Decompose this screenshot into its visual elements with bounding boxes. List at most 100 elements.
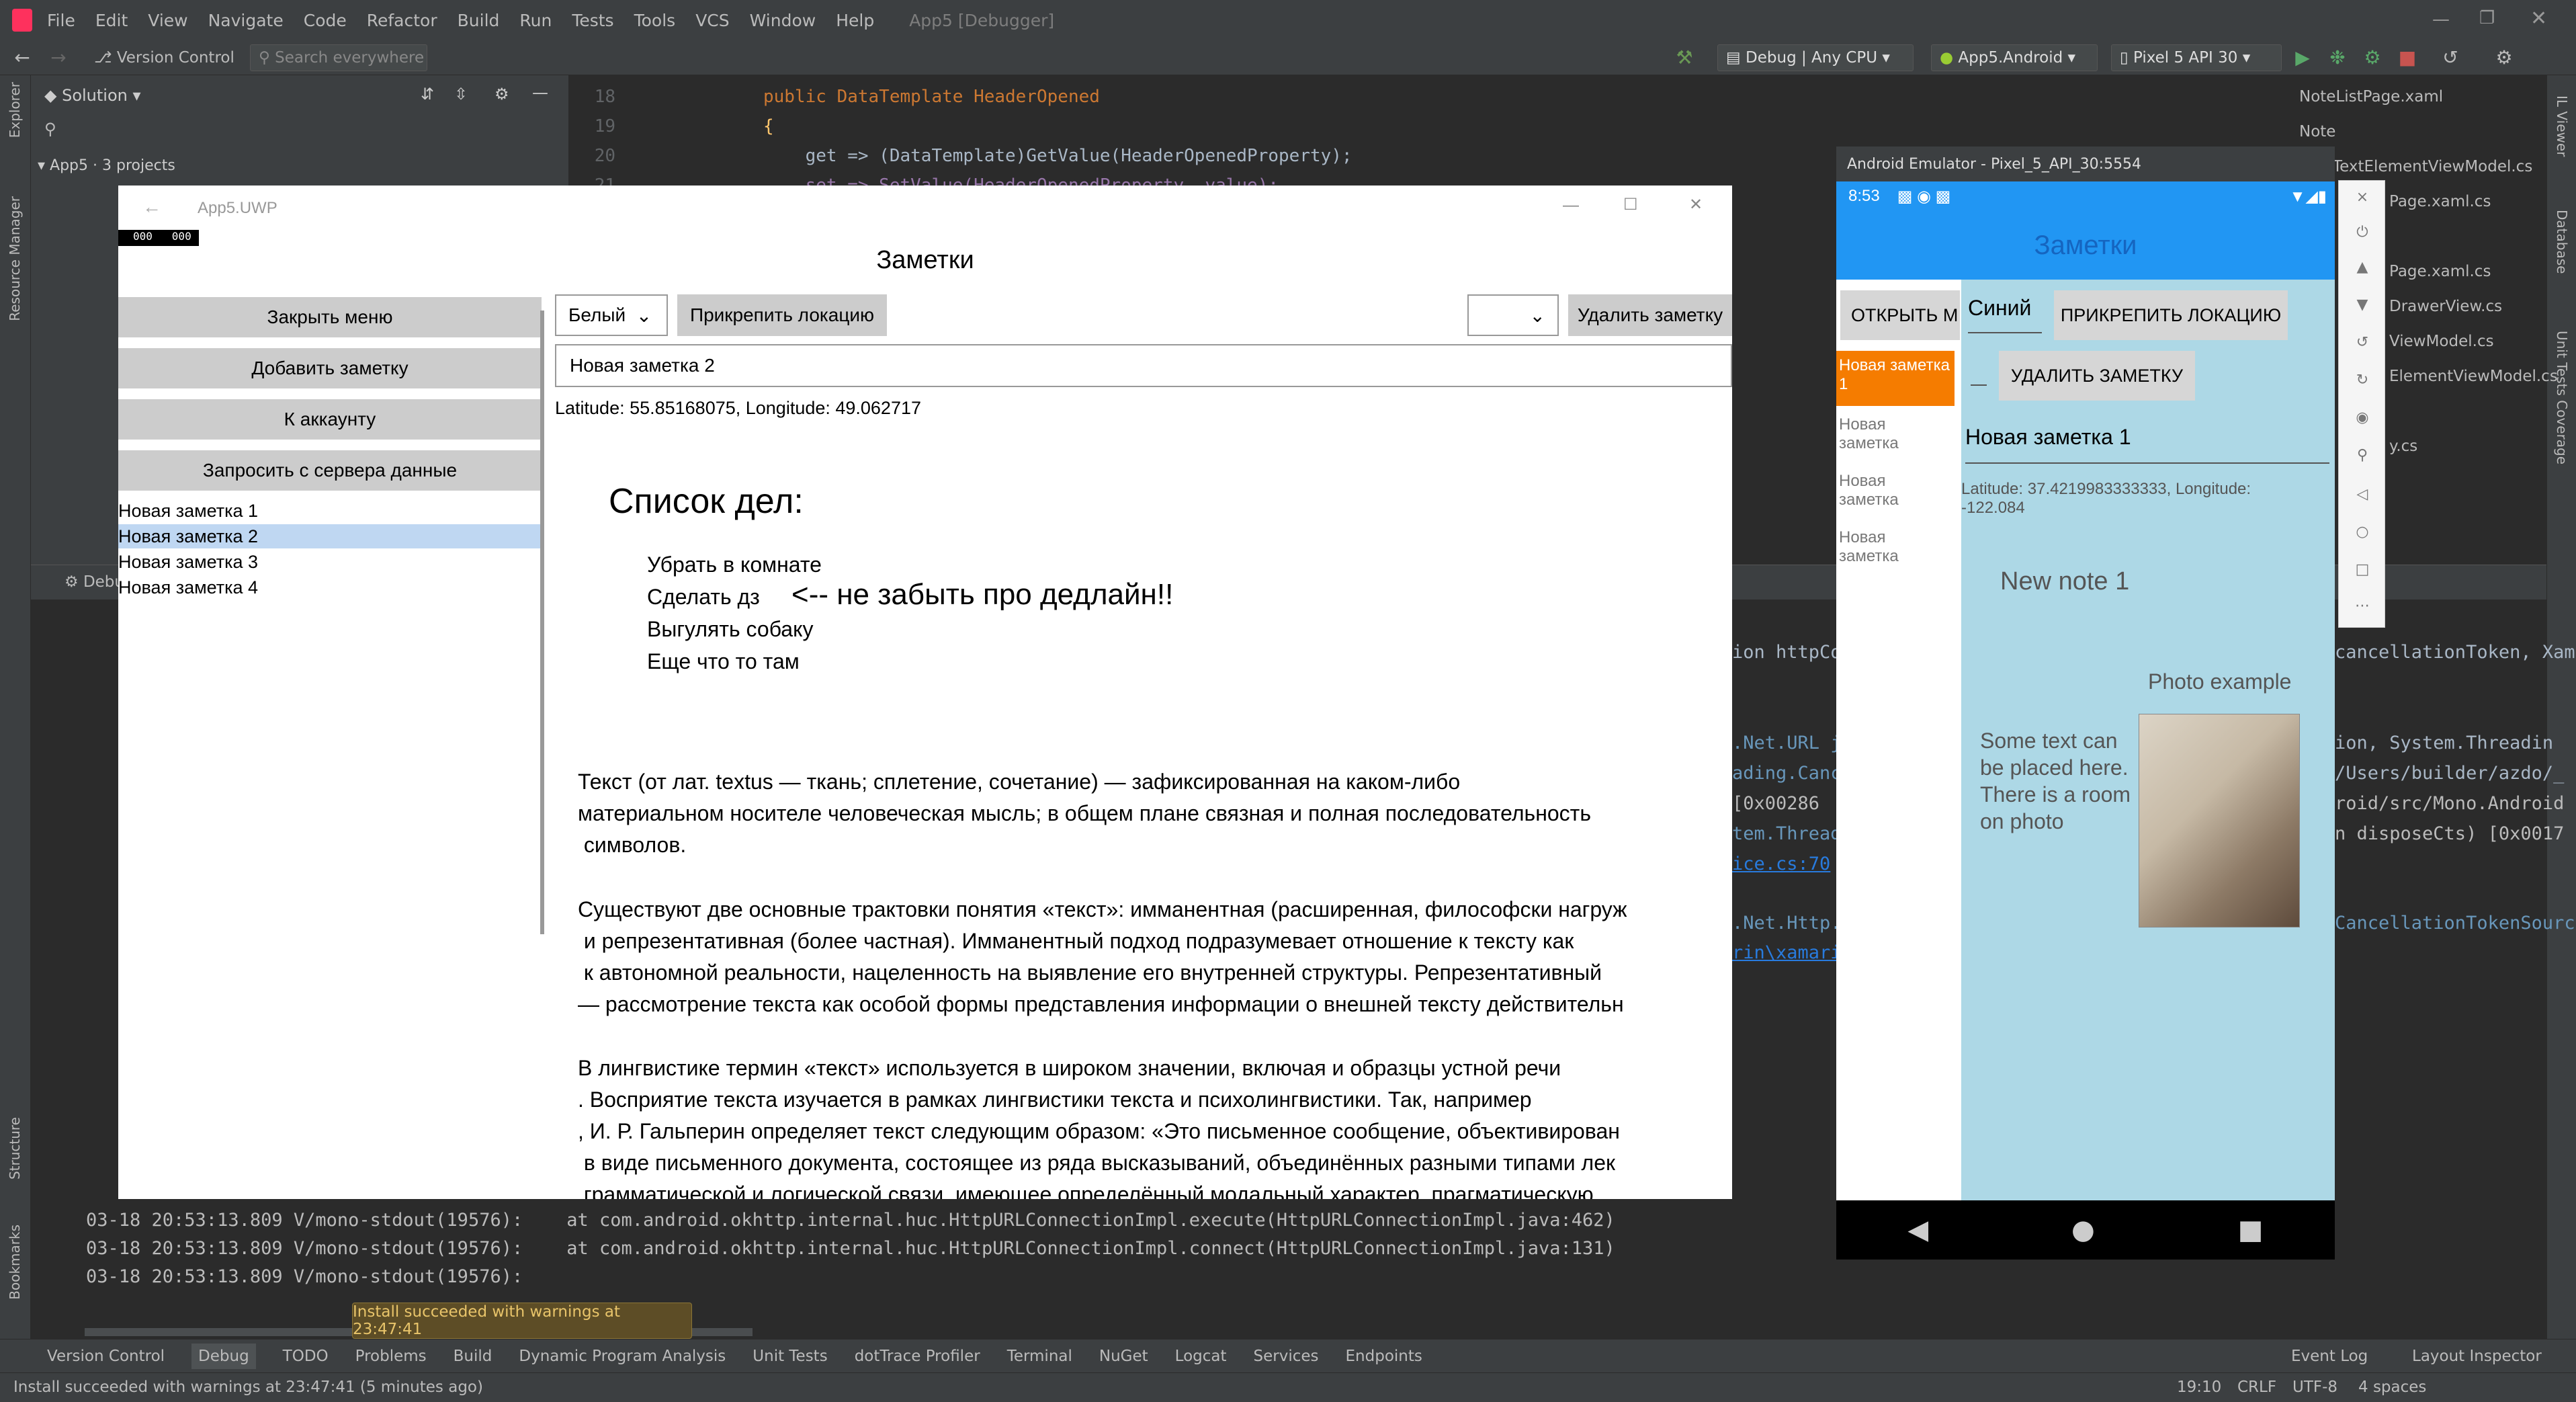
menu-view[interactable]: View [148,11,187,30]
menu-file[interactable]: File [47,11,75,30]
menu-vcs[interactable]: VCS [695,11,729,30]
power-icon[interactable]: ⏻ [2352,224,2372,244]
menu-help[interactable]: Help [836,11,874,30]
solution-hide-icon[interactable]: — [532,83,548,102]
device-select[interactable]: ▯ Pixel 5 API 30 ▾ [2111,44,2282,71]
version-control-button[interactable]: ⎇ Version Control [94,47,234,69]
menu-code[interactable]: Code [304,11,347,30]
uwp-close-icon[interactable]: ✕ [1689,195,1703,214]
pane-scrollbar[interactable] [540,311,544,934]
empty-select[interactable]: ⌄ [1467,294,1559,336]
volume-up-icon[interactable]: ▲ [2352,259,2372,279]
nav-home-icon[interactable]: ● [2071,1214,2095,1245]
solution-root[interactable]: ▾ App5 · 3 projects [38,157,175,174]
settings-icon[interactable]: ⚙ [2493,47,2516,69]
explorer-tool-tab[interactable]: Explorer [7,82,23,138]
event-log-button[interactable]: Event Log [2291,1348,2368,1365]
tab-build[interactable]: Build [454,1348,492,1365]
phone-note-item[interactable]: Новая заметка [1836,466,1917,522]
unit-tests-coverage-tool-tab[interactable]: Unit Tests Coverage [2554,331,2570,464]
phone-delete-note-button[interactable]: УДАЛИТЬ ЗАМЕТКУ [1999,351,2195,401]
menu-window[interactable]: Window [750,11,816,30]
solution-settings-icon[interactable]: ⚙ [495,85,509,104]
note-title-input[interactable]: Новая заметка 2 [555,344,1732,387]
tab-endpoints[interactable]: Endpoints [1346,1348,1422,1365]
indent-setting[interactable]: 4 spaces [2358,1378,2426,1396]
account-button[interactable]: К аккаунту [118,399,542,440]
uwp-minimize-icon[interactable]: — [1563,196,1579,215]
build-hammer-icon[interactable]: ⚒ [1673,47,1696,69]
restore-icon[interactable]: ❐ [2479,8,2495,28]
tab-terminal[interactable]: Terminal [1007,1348,1072,1365]
tab-unit-tests[interactable]: Unit Tests [753,1348,827,1365]
uwp-back-icon[interactable]: ← [142,196,161,218]
debug-log-link[interactable]: ice.cs:70 [1732,854,1830,874]
phone-empty-picker[interactable] [1971,352,1987,386]
close-menu-button[interactable]: Закрыть меню [118,297,542,337]
note-list-item[interactable]: Новая заметка 4 [118,575,542,600]
tab-dottrace-profiler[interactable]: dotTrace Profiler [855,1348,980,1365]
tab-services[interactable]: Services [1254,1348,1319,1365]
phone-note-item-selected[interactable]: Новая заметка 1 [1836,351,1955,406]
screenshot-icon[interactable]: ◉ [2352,409,2372,429]
database-tool-tab[interactable]: Database [2554,210,2570,274]
search-everywhere[interactable]: ⚲ Search everywhere [250,44,427,71]
run-icon[interactable]: ▶ [2291,47,2314,69]
note-list-item[interactable]: Новая заметка 3 [118,550,542,574]
menu-edit[interactable]: Edit [95,11,128,30]
close-icon[interactable]: ✕ [2530,7,2547,30]
emulator-close-icon[interactable]: × [2352,189,2372,209]
solution-search-icon[interactable]: ⚲ [44,120,56,138]
tab-nuget[interactable]: NuGet [1099,1348,1148,1365]
phone-pin-location-button[interactable]: ПРИКРЕПИТЬ ЛОКАЦИЮ [2054,290,2288,340]
layout-inspector-button[interactable]: Layout Inspector [2412,1348,2542,1365]
overview-icon[interactable]: □ [2352,561,2372,581]
tab-version-control[interactable]: Version Control [47,1348,165,1365]
add-note-button[interactable]: Добавить заметку [118,348,542,388]
debug-log-link[interactable]: rin\xamari [1732,942,1842,963]
menu-tests[interactable]: Tests [572,11,613,30]
install-toast[interactable]: Install succeeded with warnings at 23:47… [352,1303,692,1339]
caret-position[interactable]: 19:10 [2177,1378,2221,1396]
file-tab[interactable]: Note [2288,114,2546,149]
note-list-item-selected[interactable]: Новая заметка 2 [118,524,542,548]
rotate-right-icon[interactable]: ↻ [2352,372,2372,392]
configuration-select[interactable]: ▤ Debug | Any CPU ▾ [1717,44,1914,71]
note-list-item[interactable]: Новая заметка 1 [118,499,542,523]
color-select[interactable]: Белый ⌄ [555,294,668,336]
structure-tool-tab[interactable]: Structure [7,1117,23,1180]
tab-todo[interactable]: TODO [283,1348,329,1365]
delete-note-button[interactable]: Удалить заметку [1568,294,1732,336]
menu-refactor[interactable]: Refactor [367,11,437,30]
menu-tools[interactable]: Tools [634,11,676,30]
line-separator[interactable]: CRLF [2237,1378,2276,1396]
menu-navigate[interactable]: Navigate [208,11,284,30]
fetch-server-data-button[interactable]: Запросить с сервера данные [118,450,542,491]
file-encoding[interactable]: UTF-8 [2292,1378,2337,1396]
file-tab[interactable]: NoteListPage.xaml [2288,79,2546,114]
bookmarks-tool-tab[interactable]: Bookmarks [7,1225,23,1300]
phone-note-item[interactable]: Новая заметка [1836,523,1917,578]
expand-all-icon[interactable]: ⇵ [421,85,434,104]
phone-note-item[interactable]: Новая заметка [1836,410,1917,465]
back-arrow-icon[interactable]: ← [11,47,34,69]
tab-problems[interactable]: Problems [355,1348,427,1365]
home-icon[interactable]: ○ [2352,524,2372,544]
menu-run[interactable]: Run [519,11,552,30]
pin-location-button[interactable]: Прикрепить локацию [677,294,887,336]
forward-arrow-icon[interactable]: → [47,47,70,69]
tab-debug[interactable]: Debug [191,1343,256,1369]
profile-icon[interactable]: ⚙ [2361,47,2384,69]
more-icon[interactable]: ⋯ [2352,597,2372,618]
solution-title[interactable]: Solution [62,86,128,105]
debug-icon[interactable]: ❉ [2326,47,2349,69]
nav-recents-icon[interactable]: ■ [2238,1214,2264,1245]
resource-manager-tool-tab[interactable]: Resource Manager [7,196,23,321]
stop-icon[interactable]: ■ [2396,47,2419,69]
tab-logcat[interactable]: Logcat [1175,1348,1227,1365]
tab-dynamic-program-analysis[interactable]: Dynamic Program Analysis [519,1348,726,1365]
project-select[interactable]: ● App5.Android ▾ [1931,44,2098,71]
phone-note-title-input[interactable]: Новая заметка 1 [1965,425,2329,464]
uwp-maximize-icon[interactable]: ☐ [1623,195,1638,214]
open-menu-button[interactable]: ОТКРЫТЬ М [1840,290,1960,340]
